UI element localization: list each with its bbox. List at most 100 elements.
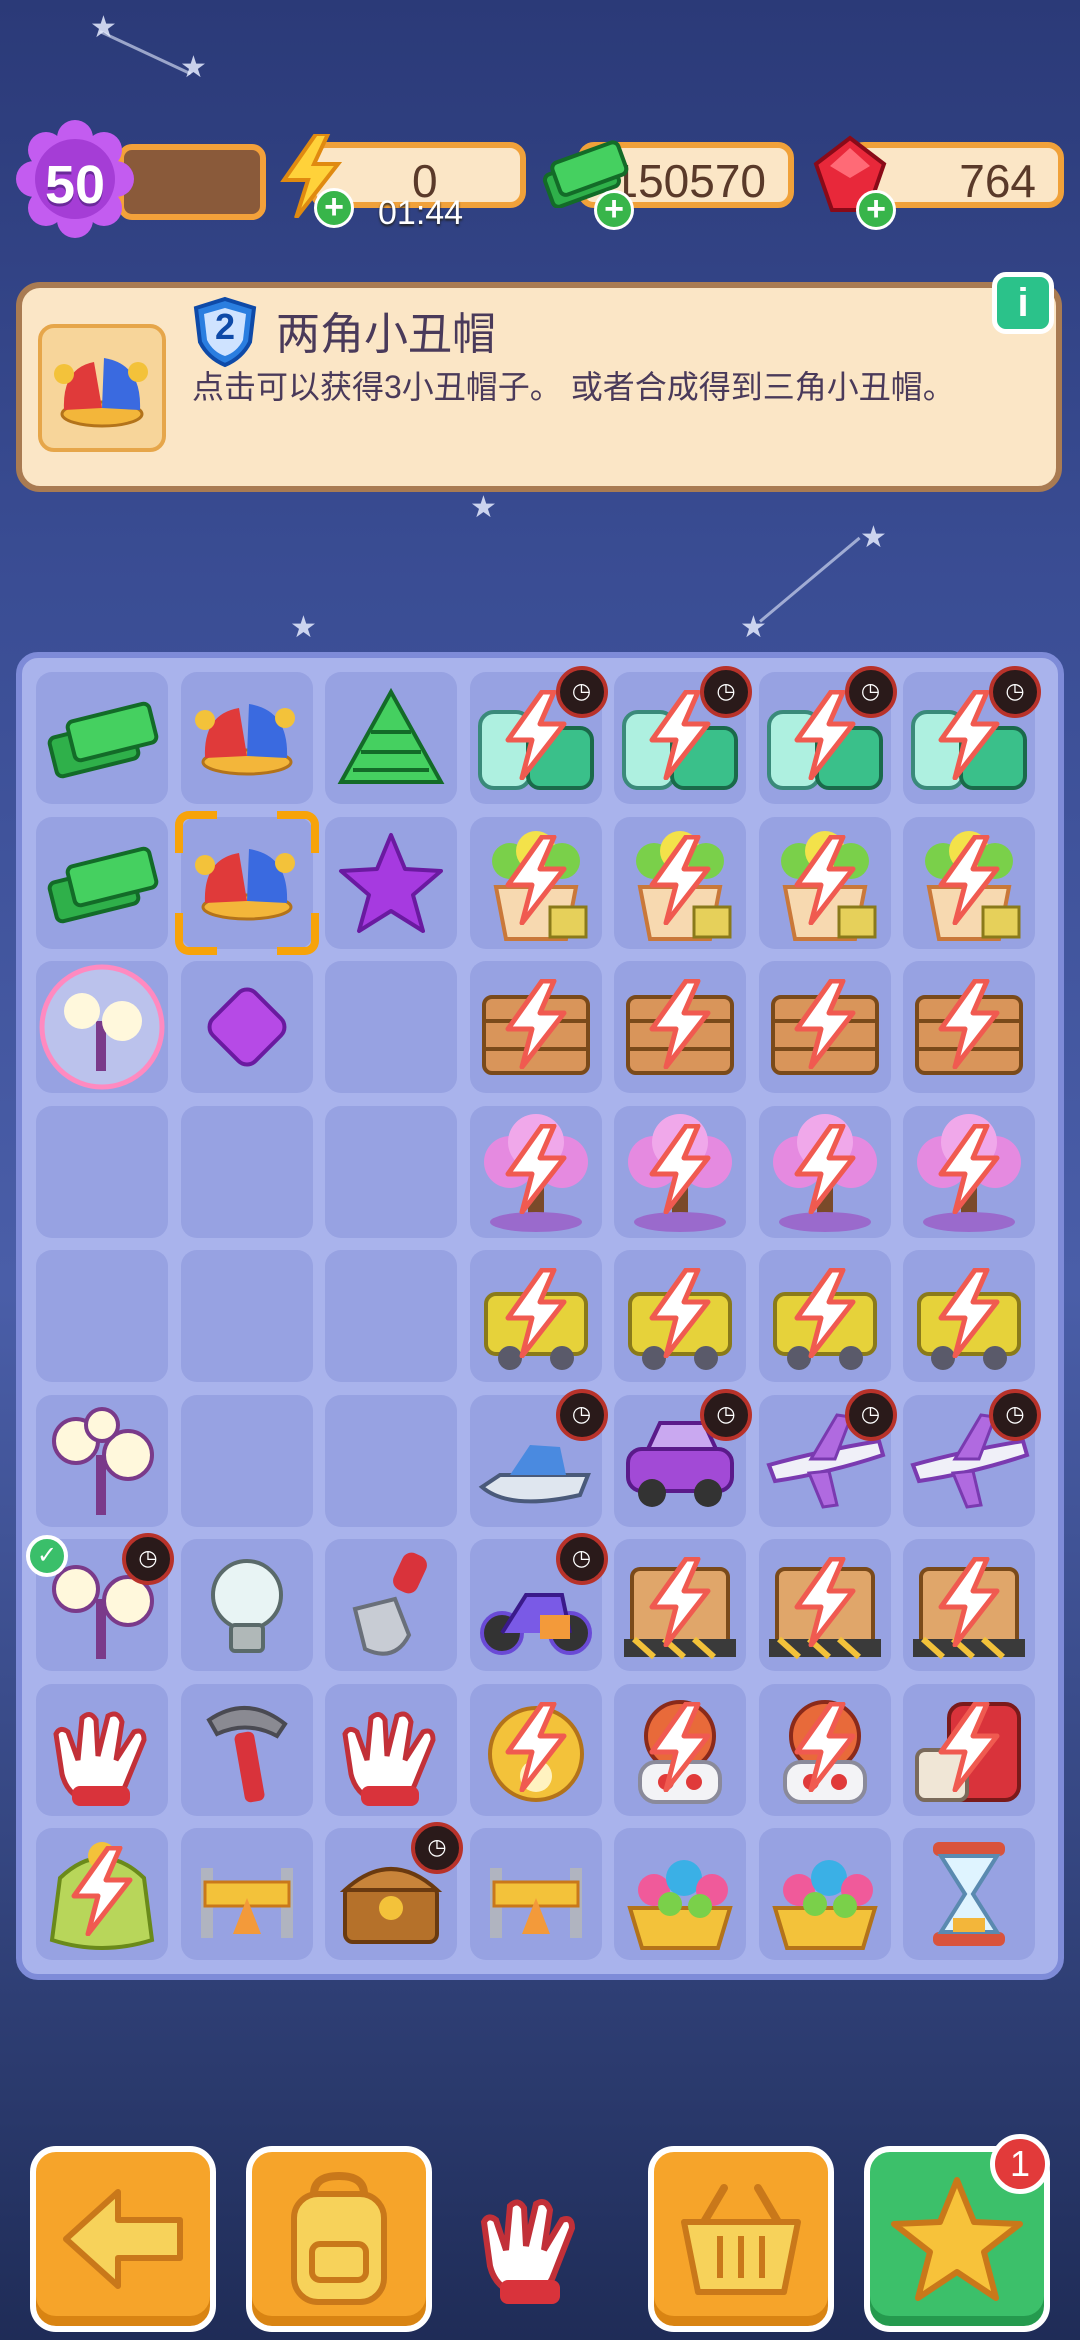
board-cell[interactable] [180, 1394, 313, 1527]
board-cell[interactable]: ◷ [758, 666, 897, 804]
board-cell[interactable]: ◷ ✓ [26, 1533, 174, 1671]
backpack-button[interactable] [246, 2146, 432, 2332]
lamp-bubble-icon[interactable] [36, 961, 168, 1093]
board-cell[interactable] [903, 1105, 1035, 1238]
board-cell[interactable] [325, 1683, 457, 1816]
lamp-icon[interactable] [36, 1395, 168, 1527]
generator-cart-icon[interactable] [759, 1250, 891, 1382]
board-cell[interactable] [180, 1105, 313, 1238]
glove-icon[interactable] [325, 1684, 457, 1816]
flower-basket-icon[interactable] [614, 1828, 746, 1960]
generator-cart-icon[interactable] [614, 1250, 746, 1382]
board-cell[interactable] [758, 1250, 891, 1382]
board-cell[interactable] [325, 672, 457, 804]
generator-dragon-icon[interactable] [614, 1684, 746, 1816]
board-cell[interactable] [758, 1683, 891, 1816]
board-cell[interactable] [758, 1828, 891, 1960]
board-cell[interactable] [903, 961, 1035, 1093]
board-cell[interactable]: ◷ [614, 1388, 752, 1527]
purple-star-icon[interactable] [325, 817, 457, 949]
generator-cart-icon[interactable] [903, 1250, 1035, 1382]
generator-tree-icon[interactable] [759, 1106, 891, 1238]
generator-flowerpot-icon[interactable] [470, 817, 602, 949]
cash-pile-icon[interactable] [325, 672, 457, 804]
board-cell[interactable]: ◷ [758, 1388, 897, 1527]
board-cell[interactable] [903, 1250, 1035, 1382]
board-cell[interactable] [180, 1828, 313, 1960]
generator-box-icon[interactable] [759, 1539, 891, 1671]
board-cell[interactable] [903, 1683, 1035, 1816]
star-button[interactable]: 1 [864, 2134, 1050, 2332]
generator-tree-icon[interactable] [903, 1106, 1035, 1238]
board-cell[interactable] [469, 1250, 602, 1382]
board-cell[interactable] [36, 672, 168, 804]
board-cell[interactable]: ◷ [903, 1388, 1041, 1527]
board-cell[interactable] [614, 1828, 746, 1960]
generator-box-icon[interactable] [614, 1539, 746, 1671]
board-cell[interactable] [180, 1250, 313, 1382]
shovel-icon[interactable] [325, 1539, 457, 1671]
back-button[interactable] [30, 2146, 216, 2332]
held-item-slot[interactable] [460, 2170, 610, 2320]
level-badge[interactable]: 50 [16, 120, 134, 238]
board-cell[interactable] [469, 1105, 602, 1238]
board-cell[interactable] [614, 961, 746, 1093]
board-cell[interactable] [180, 961, 313, 1093]
board-cell[interactable]: ◷ [325, 1822, 463, 1960]
board-cell[interactable] [36, 1828, 168, 1960]
generator-flowerpot-icon[interactable] [903, 817, 1035, 949]
hammer-icon[interactable] [181, 1684, 313, 1816]
board-cell[interactable] [469, 1828, 602, 1960]
board-cell[interactable] [758, 816, 891, 949]
glove-icon[interactable] [36, 1684, 168, 1816]
basket-button[interactable] [648, 2146, 834, 2332]
board-cell[interactable] [614, 1250, 746, 1382]
board-cell[interactable] [469, 1683, 602, 1816]
jester-hat-icon[interactable] [181, 672, 313, 804]
board-cell[interactable] [903, 1539, 1035, 1671]
board-cell[interactable] [36, 1394, 168, 1527]
board-cell[interactable] [36, 1105, 168, 1238]
hourglass-icon[interactable] [903, 1828, 1035, 1960]
board-cell[interactable] [36, 961, 168, 1093]
board-cell[interactable]: ◷ [469, 1533, 608, 1671]
generator-flowerpot-icon[interactable] [614, 817, 746, 949]
generator-cart-icon[interactable] [470, 1250, 602, 1382]
board-cell[interactable] [36, 1250, 168, 1382]
board-cell[interactable] [325, 1539, 457, 1671]
board-cell[interactable] [469, 961, 602, 1093]
generator-tree-icon[interactable] [470, 1106, 602, 1238]
board-cell[interactable]: ◷ [903, 666, 1041, 804]
add-energy-button[interactable]: + [314, 188, 354, 228]
lightbulb-icon[interactable] [181, 1539, 313, 1671]
generator-luckycat-icon[interactable] [470, 1684, 602, 1816]
barrier-icon[interactable] [181, 1828, 313, 1960]
generator-bag-icon[interactable] [36, 1828, 168, 1960]
cash-stack-icon[interactable] [36, 672, 168, 804]
board-cell[interactable] [469, 816, 602, 949]
board-cell[interactable] [614, 1105, 746, 1238]
board-cell[interactable] [758, 1105, 891, 1238]
board-cell[interactable]: ◷ [614, 666, 752, 804]
add-cash-button[interactable]: + [594, 190, 634, 230]
board-cell[interactable] [614, 1683, 746, 1816]
generator-box-icon[interactable] [903, 1539, 1035, 1671]
board-cell[interactable]: ◷ [469, 666, 608, 804]
board-cell[interactable] [614, 816, 746, 949]
generator-postbox-icon[interactable] [903, 1684, 1035, 1816]
board-cell[interactable] [325, 1105, 457, 1238]
board-cell[interactable] [903, 1828, 1035, 1960]
generator-crate-icon[interactable] [470, 961, 602, 1093]
generator-dragon-icon[interactable] [759, 1684, 891, 1816]
board-cell[interactable] [180, 672, 313, 804]
generator-crate-icon[interactable] [903, 961, 1035, 1093]
generator-crate-icon[interactable] [759, 961, 891, 1093]
generator-flowerpot-icon[interactable] [759, 817, 891, 949]
board-cell[interactable] [614, 1539, 746, 1671]
info-button[interactable]: i [992, 272, 1054, 334]
board-cell[interactable] [325, 961, 457, 1093]
board-cell[interactable] [180, 1683, 313, 1816]
add-gems-button[interactable]: + [856, 190, 896, 230]
generator-crate-icon[interactable] [614, 961, 746, 1093]
cash-stack-icon[interactable] [36, 817, 168, 949]
